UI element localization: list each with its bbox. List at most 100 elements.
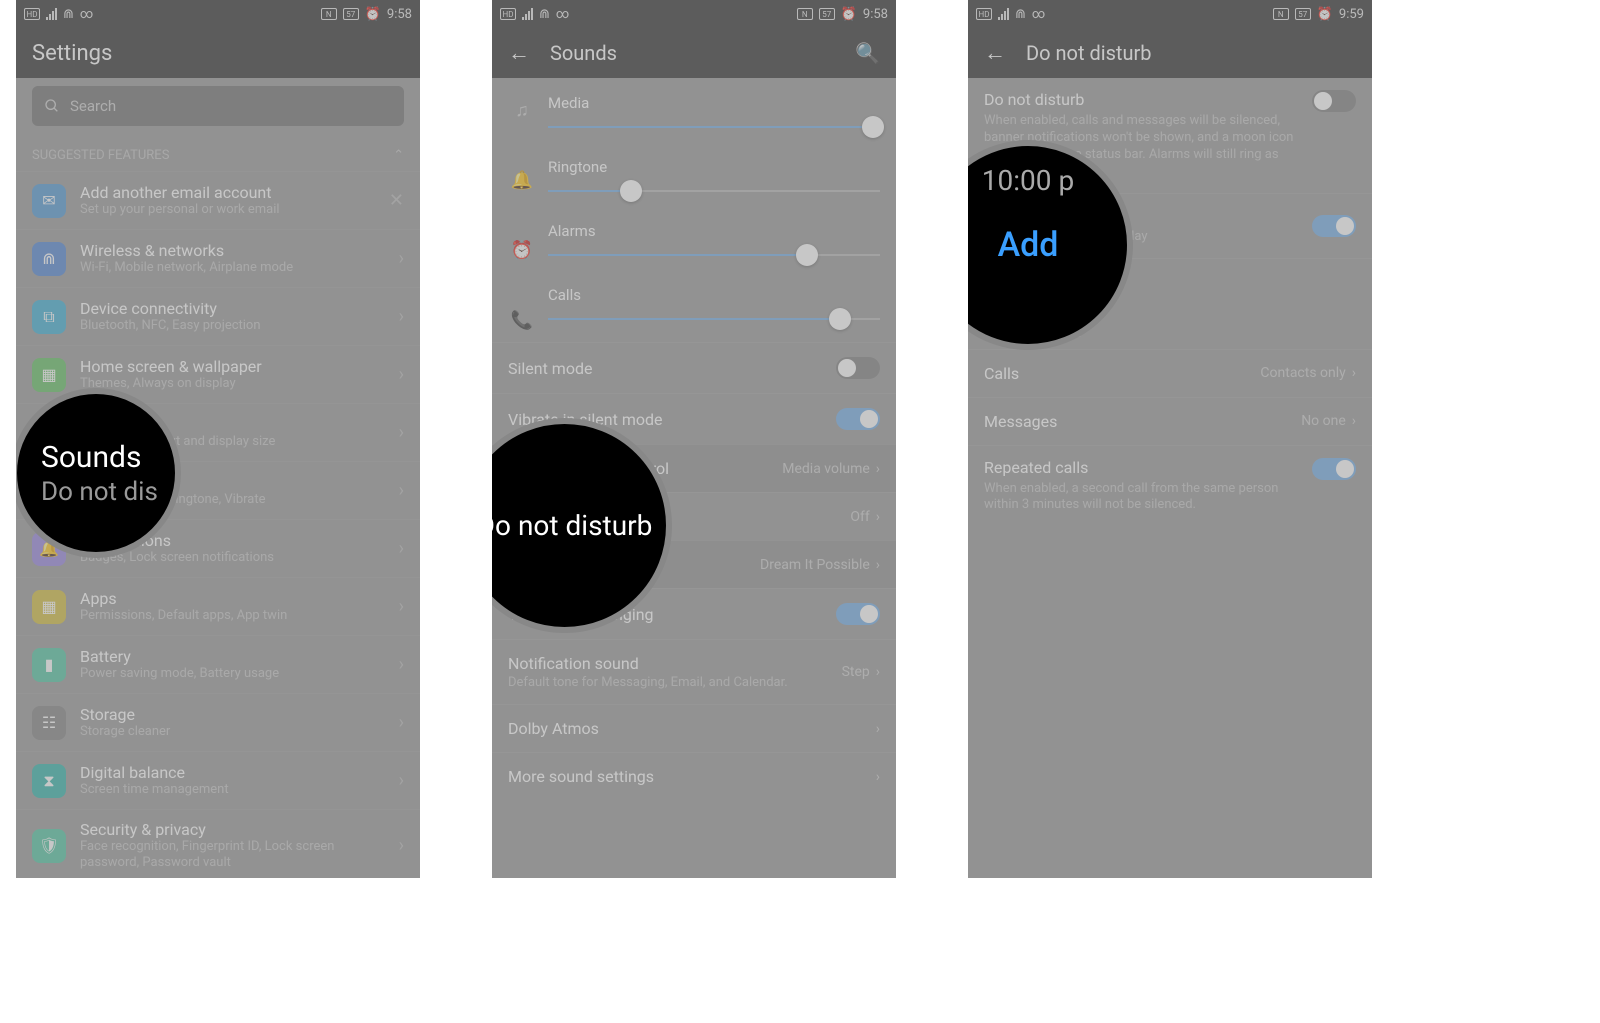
row-title: Device connectivity bbox=[80, 299, 385, 318]
phone-icon: 📞 bbox=[508, 310, 536, 331]
row-repeated[interactable]: Repeated calls When enabled, a second ca… bbox=[968, 445, 1372, 527]
slider-alarms-label: Alarms bbox=[548, 222, 880, 240]
row-value: Contacts only bbox=[1260, 365, 1345, 381]
slider-ringtone-label: Ringtone bbox=[548, 158, 880, 176]
battery-icon: ▮ bbox=[32, 648, 66, 682]
chevron-right-icon: › bbox=[399, 654, 404, 675]
close-icon[interactable]: ✕ bbox=[389, 190, 404, 211]
alarm-icon: ⏰ bbox=[365, 7, 381, 22]
section-header[interactable]: SUGGESTED FEATURES ⌃ bbox=[16, 134, 420, 171]
clock-text: 9:58 bbox=[863, 7, 888, 22]
row-subtitle: Screen time management bbox=[80, 782, 385, 798]
row-title: Calls bbox=[984, 364, 1019, 383]
row-title: Wireless & networks bbox=[80, 241, 385, 260]
row-title: Home screen & wallpaper bbox=[80, 357, 385, 376]
bell-icon: 🔔 bbox=[508, 170, 536, 191]
chevron-right-icon: › bbox=[399, 835, 404, 856]
row-subtitle: Permissions, Default apps, App twin bbox=[80, 608, 385, 624]
volte-icon: ∞ bbox=[556, 7, 569, 22]
alarm-icon: ⏰ bbox=[1317, 7, 1333, 22]
volte-icon: ∞ bbox=[80, 7, 93, 22]
chevron-right-icon: › bbox=[1352, 365, 1356, 381]
row-device-conn[interactable]: ⧉ Device connectivityBluetooth, NFC, Eas… bbox=[16, 287, 420, 345]
wifi-icon: ⋒ bbox=[1015, 7, 1026, 22]
slider-calls[interactable] bbox=[548, 318, 880, 320]
row-value: Step bbox=[842, 664, 870, 680]
row-battery[interactable]: ▮ BatteryPower saving mode, Battery usag… bbox=[16, 635, 420, 693]
zoom-line1: Sounds bbox=[41, 440, 141, 475]
nfc-icon: N bbox=[1273, 8, 1289, 20]
row-digital-balance[interactable]: ⧗ Digital balanceScreen time management … bbox=[16, 751, 420, 809]
chevron-right-icon: › bbox=[876, 557, 880, 573]
row-subtitle: Face recognition, Fingerprint ID, Lock s… bbox=[80, 839, 385, 872]
search-icon[interactable]: 🔍 bbox=[855, 41, 880, 65]
row-calls[interactable]: Calls Contacts only › bbox=[968, 349, 1372, 397]
chevron-up-icon: ⌃ bbox=[393, 148, 404, 163]
row-title: Messages bbox=[984, 412, 1057, 431]
page-title: Do not disturb bbox=[1026, 41, 1152, 65]
row-storage[interactable]: ☷ StorageStorage cleaner › bbox=[16, 693, 420, 751]
page-title: Settings bbox=[32, 41, 112, 66]
chevron-right-icon: › bbox=[399, 248, 404, 269]
home-icon: ▦ bbox=[32, 358, 66, 392]
section-label: SUGGESTED FEATURES bbox=[32, 148, 169, 163]
page-title: Sounds bbox=[550, 41, 617, 65]
toggle-dnd[interactable] bbox=[1312, 90, 1356, 112]
zoom-text: Do not disturb bbox=[492, 509, 652, 542]
row-subtitle: Wi-Fi, Mobile network, Airplane mode bbox=[80, 260, 385, 276]
slider-ringtone[interactable] bbox=[548, 190, 880, 192]
row-title: Add another email account bbox=[80, 183, 375, 202]
toggle-silent[interactable] bbox=[836, 357, 880, 379]
row-notif-sound[interactable]: Notification soundDefault tone for Messa… bbox=[492, 639, 896, 704]
alarm-icon: ⏰ bbox=[508, 240, 536, 261]
row-title: Notification sound bbox=[508, 654, 639, 673]
toggle-vibrate-silent[interactable] bbox=[836, 408, 880, 430]
row-title: Do not disturb bbox=[984, 90, 1296, 109]
row-title: More sound settings bbox=[508, 767, 654, 786]
nfc-icon: N bbox=[321, 8, 337, 20]
toggle-vibrate-ring[interactable] bbox=[836, 603, 880, 625]
chevron-right-icon: › bbox=[399, 538, 404, 559]
zoom-time: 10:00 p bbox=[982, 164, 1074, 197]
search-placeholder: Search bbox=[70, 97, 116, 115]
slider-media[interactable] bbox=[548, 126, 880, 128]
row-more-sound[interactable]: More sound settings › bbox=[492, 752, 896, 800]
back-button[interactable]: ← bbox=[984, 40, 1006, 66]
row-dolby[interactable]: Dolby Atmos › bbox=[492, 704, 896, 752]
row-email[interactable]: ✉ Add another email accountSet up your p… bbox=[16, 171, 420, 229]
row-subtitle: Bluetooth, NFC, Easy projection bbox=[80, 318, 385, 334]
chevron-right-icon: › bbox=[399, 770, 404, 791]
row-subtitle: Power saving mode, Battery usage bbox=[80, 666, 385, 682]
search-icon bbox=[44, 98, 60, 114]
chevron-right-icon: › bbox=[399, 422, 404, 443]
row-title: Security & privacy bbox=[80, 820, 385, 839]
chevron-right-icon: › bbox=[1352, 413, 1356, 429]
signal-icon bbox=[998, 8, 1009, 20]
chevron-right-icon: › bbox=[876, 461, 880, 477]
nfc-icon: N bbox=[797, 8, 813, 20]
wifi-icon: ⋒ bbox=[63, 7, 74, 22]
shield-icon: 🛡 bbox=[32, 829, 66, 863]
zoom-callout-sounds: Sounds Do not dis bbox=[16, 388, 181, 558]
row-security[interactable]: 🛡 Security & privacyFace recognition, Fi… bbox=[16, 809, 420, 878]
toggle-scheduled[interactable] bbox=[1312, 215, 1356, 237]
alarm-icon: ⏰ bbox=[841, 7, 857, 22]
volte-icon: ∞ bbox=[1032, 7, 1045, 22]
toggle-repeated[interactable] bbox=[1312, 458, 1356, 480]
back-button[interactable]: ← bbox=[508, 40, 530, 66]
battery-icon: 57 bbox=[1295, 8, 1311, 20]
row-subtitle: Themes, Always on display bbox=[80, 376, 385, 392]
chevron-right-icon: › bbox=[399, 306, 404, 327]
row-silent[interactable]: Silent mode bbox=[492, 342, 896, 393]
row-wireless[interactable]: ⋒ Wireless & networksWi-Fi, Mobile netwo… bbox=[16, 229, 420, 287]
search-input[interactable]: Search bbox=[32, 86, 404, 126]
row-apps[interactable]: ▦ AppsPermissions, Default apps, App twi… bbox=[16, 577, 420, 635]
wifi-icon: ⋒ bbox=[32, 242, 66, 276]
row-value: Dream It Possible bbox=[760, 557, 870, 573]
slider-alarms[interactable] bbox=[548, 254, 880, 256]
row-messages[interactable]: Messages No one› bbox=[968, 397, 1372, 445]
music-icon: ♫ bbox=[508, 100, 536, 121]
row-title: Storage bbox=[80, 705, 385, 724]
row-title: Battery bbox=[80, 647, 385, 666]
row-title: Dolby Atmos bbox=[508, 719, 599, 738]
